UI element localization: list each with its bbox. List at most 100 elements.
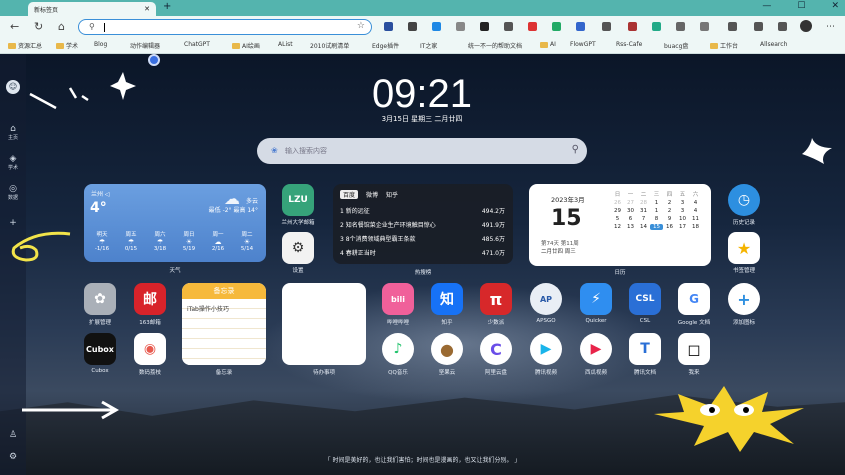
paw-icon[interactable]: ❀ (271, 146, 278, 155)
bookmark-item[interactable]: ChatGPT (184, 41, 210, 48)
hot-item[interactable]: 1 新的远征 494.2万 (340, 206, 505, 215)
avatar[interactable] (800, 20, 812, 32)
bookmark-item[interactable]: 动作编辑器 (130, 41, 160, 50)
app-xigua-video-icon[interactable]: ▶ (580, 333, 612, 365)
tab-baidu[interactable]: 百度 (340, 190, 359, 199)
calendar-date[interactable]: 9 (663, 216, 676, 222)
app-bookmark-icon[interactable]: ★ (728, 232, 760, 264)
extension-icon[interactable] (408, 22, 417, 31)
bookmark-item[interactable]: FlowGPT (570, 41, 596, 48)
calendar-date[interactable]: 1 (650, 200, 663, 206)
calendar-date[interactable]: 26 (611, 200, 624, 206)
calendar-date[interactable]: 8 (650, 216, 663, 222)
extension-icon[interactable] (754, 22, 763, 31)
maximize-button[interactable]: ☐ (797, 1, 805, 11)
bookmark-item[interactable]: 学术 (56, 41, 78, 50)
calendar-date[interactable]: 6 (624, 216, 637, 222)
tab-weibo[interactable]: 微博 (366, 190, 378, 199)
app-history-icon[interactable]: ◷ (728, 184, 760, 216)
bookmark-item[interactable]: Rss-Cafe (616, 41, 642, 48)
extension-icon[interactable] (652, 22, 661, 31)
extension-icon[interactable] (456, 22, 465, 31)
calendar-date[interactable]: 4 (689, 208, 702, 214)
calendar-date[interactable]: 7 (637, 216, 650, 222)
search-input[interactable]: 输入搜索内容 (285, 146, 327, 156)
calendar-date[interactable]: 4 (689, 200, 702, 206)
app-tencent-video-icon[interactable]: ▶ (530, 333, 562, 365)
calendar-date[interactable]: 12 (611, 224, 624, 230)
calendar-date[interactable]: 2 (663, 200, 676, 206)
calendar-date[interactable]: 31 (637, 208, 650, 214)
search-icon[interactable]: ⚲ (572, 144, 579, 155)
weather-widget[interactable]: 兰州 ◁ 4° ☁ 多云 最低 -2° 最高 14° 明天 ☂ -1/16 周五 ☂ 0/… (84, 184, 266, 262)
bookmark-item[interactable]: AList (278, 41, 293, 48)
extension-icon[interactable] (778, 22, 787, 31)
calendar-date[interactable]: 5 (611, 216, 624, 222)
theme-icon[interactable]: ♙ (0, 430, 26, 440)
sidebar-item-data[interactable]: ◎ 数据 (0, 184, 26, 201)
minimize-button[interactable]: — (762, 1, 771, 11)
extension-icon[interactable] (628, 22, 637, 31)
home-icon[interactable]: ⌂ (58, 20, 65, 33)
calendar-date[interactable]: 11 (689, 216, 702, 222)
sidebar-item-home[interactable]: ⌂ 主页 (0, 124, 26, 141)
search-box[interactable]: ❀ 输入搜索内容 ⚲ (257, 138, 587, 164)
calendar-date[interactable]: 2 (663, 208, 676, 214)
app-zhihu-icon[interactable]: 知 (431, 283, 463, 315)
app-163mail-icon[interactable]: 邮 (134, 283, 166, 315)
calendar-date[interactable]: 1 (650, 208, 663, 214)
calendar-date[interactable]: 13 (624, 224, 637, 230)
bookmark-item[interactable]: 统一不一的帮助文档 (468, 41, 522, 50)
address-bar[interactable]: ⚲ ☆ (78, 19, 372, 35)
calendar-date[interactable]: 3 (676, 200, 689, 206)
extension-icon[interactable] (552, 22, 561, 31)
todo-widget[interactable] (282, 283, 366, 365)
app-add-icon[interactable]: + (728, 283, 760, 315)
bookmark-item[interactable]: AI绘画 (232, 41, 260, 50)
sidebar-item-academic[interactable]: ◈ 学术 (0, 154, 26, 171)
tab-new-tab[interactable]: 新标签页 ✕ (28, 2, 156, 16)
calendar-date[interactable]: 15 (650, 224, 663, 230)
extension-icon[interactable] (676, 22, 685, 31)
calendar-date[interactable]: 17 (676, 224, 689, 230)
hot-item[interactable]: 4 春耕正当时 471.0万 (340, 248, 505, 257)
back-icon[interactable]: ← (10, 20, 19, 33)
app-bilibili-icon[interactable]: bili (382, 283, 414, 315)
bookmark-item[interactable]: 资源汇总 (8, 41, 42, 50)
bookmark-item[interactable]: 工作台 (710, 41, 738, 50)
extension-icon[interactable] (602, 22, 611, 31)
app-tencent-docs-icon[interactable]: T (629, 333, 661, 365)
app-cubox-icon[interactable]: Cubox (84, 333, 116, 365)
favorite-star-icon[interactable]: ☆ (357, 21, 365, 31)
app-wolai-icon[interactable]: ◻ (678, 333, 710, 365)
calendar-date[interactable]: 30 (624, 208, 637, 214)
calendar-date[interactable]: 10 (676, 216, 689, 222)
app-jianguoyun-icon[interactable]: ● (431, 333, 463, 365)
memo-widget[interactable]: 备忘录 iTab操作小技巧 (182, 283, 266, 365)
extension-icon[interactable] (432, 22, 441, 31)
bookmark-item[interactable]: Allsearch (760, 41, 787, 48)
calendar-date[interactable]: 28 (637, 200, 650, 206)
bookmark-item[interactable]: Blog (94, 41, 107, 48)
extension-icon[interactable] (384, 22, 393, 31)
app-quicker-icon[interactable]: ⚡ (580, 283, 612, 315)
bookmark-item[interactable]: buacg盘 (664, 41, 688, 50)
hot-item[interactable]: 3 8个消费领域典型霸王条款 485.6万 (340, 234, 505, 243)
calendar-date[interactable]: 14 (637, 224, 650, 230)
app-csl-icon[interactable]: CSL (629, 283, 661, 315)
extension-icon[interactable] (576, 22, 585, 31)
close-tab-icon[interactable]: ✕ (144, 5, 150, 13)
calendar-date[interactable]: 16 (663, 224, 676, 230)
extension-icon[interactable] (728, 22, 737, 31)
bookmark-item[interactable]: Edge插件 (372, 41, 399, 50)
bookmark-item[interactable]: IT之家 (420, 41, 437, 50)
hot-item[interactable]: 2 知名餐馆菜企业生产环境触目惊心 491.9万 (340, 220, 505, 229)
app-settings-icon[interactable]: ⚙ (282, 232, 314, 264)
app-lzu-mail-icon[interactable]: LZU (282, 184, 314, 216)
extension-icon[interactable] (504, 22, 513, 31)
extension-icon[interactable] (528, 22, 537, 31)
menu-icon[interactable]: ⋯ (826, 22, 835, 32)
extension-icon[interactable] (700, 22, 709, 31)
calendar-date[interactable]: 3 (676, 208, 689, 214)
calendar-date[interactable]: 27 (624, 200, 637, 206)
